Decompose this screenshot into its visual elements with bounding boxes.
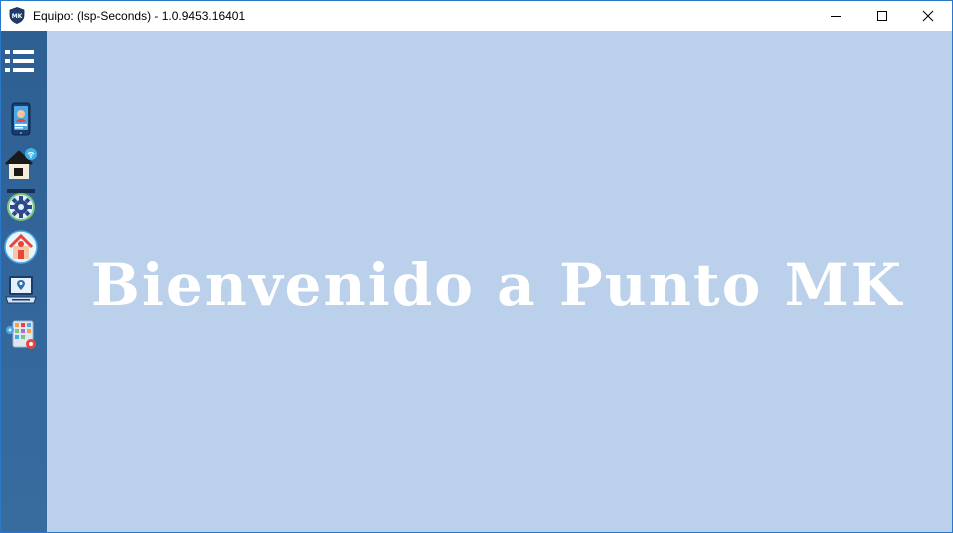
maximize-icon [877,11,887,21]
welcome-heading: Bienvenido a Punto MK [90,251,904,319]
close-icon [922,10,934,22]
minimize-icon [831,16,841,17]
app-window: MK Equipo: (lsp-Seconds) - 1.0.9453.1640… [0,0,953,533]
laptop-map-icon[interactable] [4,273,38,307]
smart-home-icon[interactable] [4,147,38,181]
main-content: Bienvenido a Punto MK [47,31,952,532]
title-bar[interactable]: MK Equipo: (lsp-Seconds) - 1.0.9453.1640… [1,1,952,31]
mk-shield-icon: MK [9,7,25,24]
home-location-icon[interactable] [4,230,38,264]
close-button[interactable] [905,1,951,31]
sidebar [1,31,47,532]
settings-gear-icon[interactable] [4,188,38,222]
phone-contact-icon[interactable] [4,102,38,136]
window-title: Equipo: (lsp-Seconds) - 1.0.9453.16401 [33,9,246,23]
maximize-button[interactable] [859,1,905,31]
svg-text:MK: MK [12,13,23,20]
minimize-button[interactable] [813,1,859,31]
apps-settings-icon[interactable] [4,318,38,352]
list-menu-icon[interactable] [5,48,35,74]
